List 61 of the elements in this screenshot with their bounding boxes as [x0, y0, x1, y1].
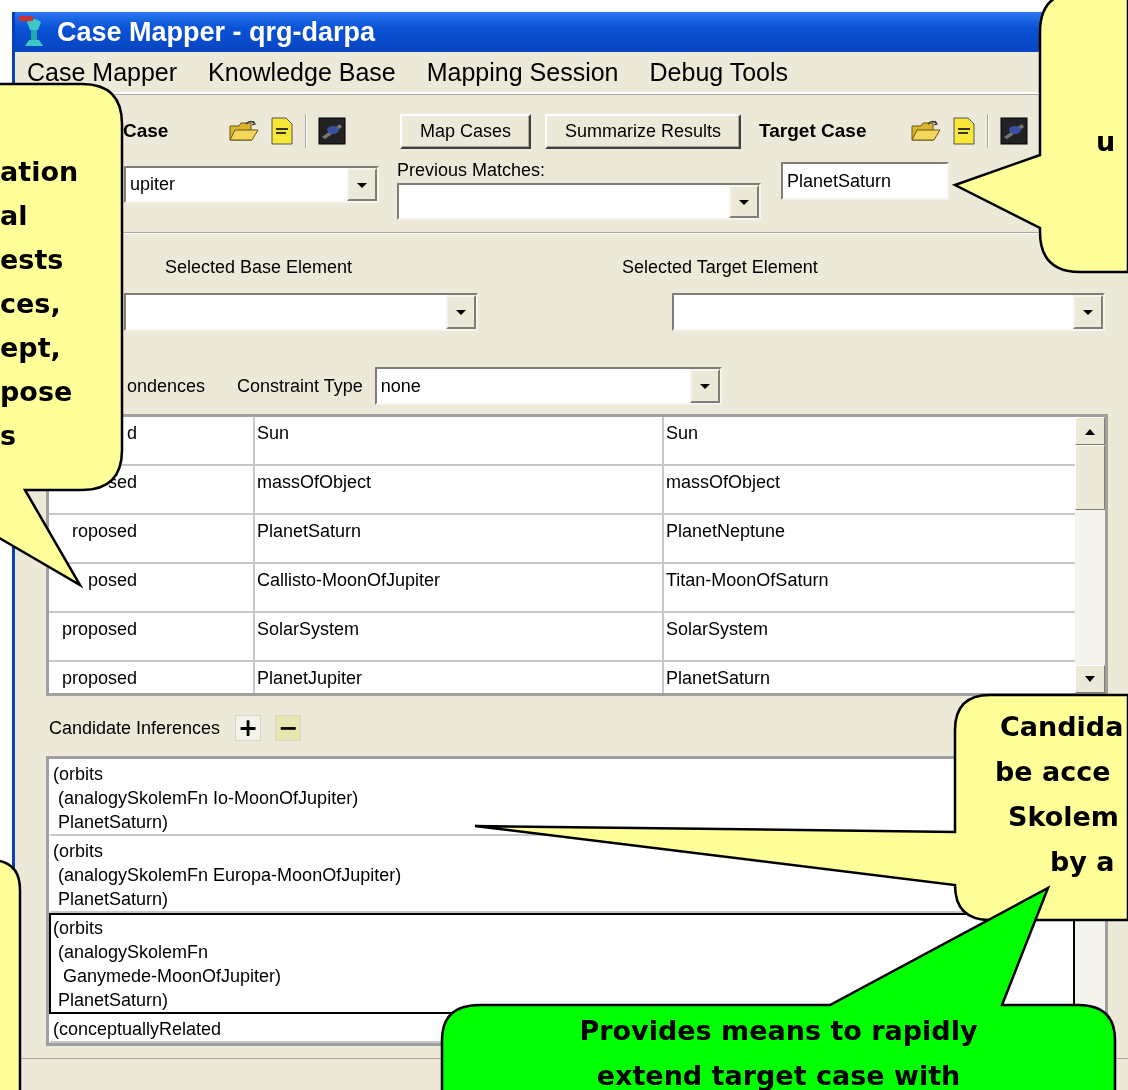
dropdown-field[interactable]: upiter: [124, 166, 379, 203]
scrollbar[interactable]: [1075, 417, 1105, 693]
table-cell-text: massOfObject: [665, 471, 782, 494]
table-cell-text: proposed: [60, 619, 137, 640]
table-cell-text: PlanetNeptune: [665, 520, 787, 543]
folder-button[interactable]: [229, 118, 259, 144]
document-icon: [271, 117, 293, 145]
table-cell: Callisto-MoonOfJupiter: [255, 564, 664, 611]
summarize-results-button[interactable]: Summarize Results: [545, 113, 742, 149]
dropdown-field[interactable]: none: [374, 367, 722, 405]
add-button[interactable]: +: [235, 715, 262, 741]
table-cell: PlanetSaturn: [255, 515, 664, 562]
window-title: Case Mapper - qrg-darpa: [57, 16, 376, 48]
table-cell-text: SolarSystem: [665, 618, 770, 641]
table-cell: Sun: [255, 417, 664, 464]
correspondences-label: ondences: [127, 375, 207, 397]
remove-button[interactable]: −: [275, 715, 302, 741]
folder-icon: [911, 118, 942, 144]
table-cell-text: proposed: [60, 668, 137, 689]
dropdown-field[interactable]: [672, 293, 1105, 331]
menu-item[interactable]: Case Mapper: [27, 57, 178, 87]
view-button[interactable]: [1000, 117, 1029, 145]
table-cell: massOfObject: [255, 466, 664, 513]
dropdown-field[interactable]: [124, 293, 478, 331]
previous-matches-label: Previous Matches:: [397, 160, 547, 181]
table-cell-text: posed: [86, 570, 137, 591]
base-case-label: Case: [123, 120, 170, 142]
selected-base-element-label: Selected Base Element: [165, 256, 354, 278]
scrollbar-thumb[interactable]: [1075, 445, 1105, 510]
table-cell: SolarSystem: [255, 613, 664, 660]
table-cell-text: PlanetSaturn: [665, 667, 772, 690]
candidate-inferences-label: Candidate Inferences: [49, 717, 221, 739]
menu-item[interactable]: Debug Tools: [649, 57, 789, 87]
callout-tooltip-text: ation al ests ces, ept, pose s: [0, 155, 80, 453]
table-cell-text: Sun: [665, 422, 700, 445]
callout-tooltip-text: Provides means to rapidly extend target case with: [578, 1014, 979, 1090]
map-cases-button[interactable]: Map Cases: [400, 113, 532, 149]
dropdown-button[interactable]: [689, 369, 720, 403]
document-button[interactable]: [271, 117, 293, 145]
dropdown-button[interactable]: [729, 185, 759, 218]
selected-target-element-label: Selected Target Element: [622, 256, 818, 278]
document-icon: [953, 117, 976, 145]
dropdown-button[interactable]: [1073, 295, 1103, 329]
dropdown-field[interactable]: [397, 183, 761, 220]
menu-item[interactable]: Knowledge Base: [208, 57, 396, 87]
table-cell-text: Titan-MoonOfSaturn: [665, 569, 830, 592]
folder-button[interactable]: [911, 118, 942, 144]
table-cell-text: roposed: [70, 521, 137, 542]
dropdown-button[interactable]: [347, 168, 377, 201]
callout-tooltip-text: u: [1096, 125, 1117, 159]
eye-icon: [318, 117, 346, 145]
table-cell-text: d: [126, 423, 137, 444]
folder-icon: [229, 118, 259, 144]
document-button[interactable]: [953, 117, 976, 145]
eye-icon: [1000, 117, 1029, 145]
target-case-label: Target Case: [759, 120, 868, 142]
constraint-type-label: Constraint Type: [237, 375, 363, 397]
target-case-field[interactable]: PlanetSaturn: [781, 162, 949, 200]
table-cell: PlanetJupiter: [255, 662, 664, 693]
menu-item[interactable]: Mapping Session: [426, 57, 619, 87]
dropdown-button[interactable]: [446, 295, 476, 329]
